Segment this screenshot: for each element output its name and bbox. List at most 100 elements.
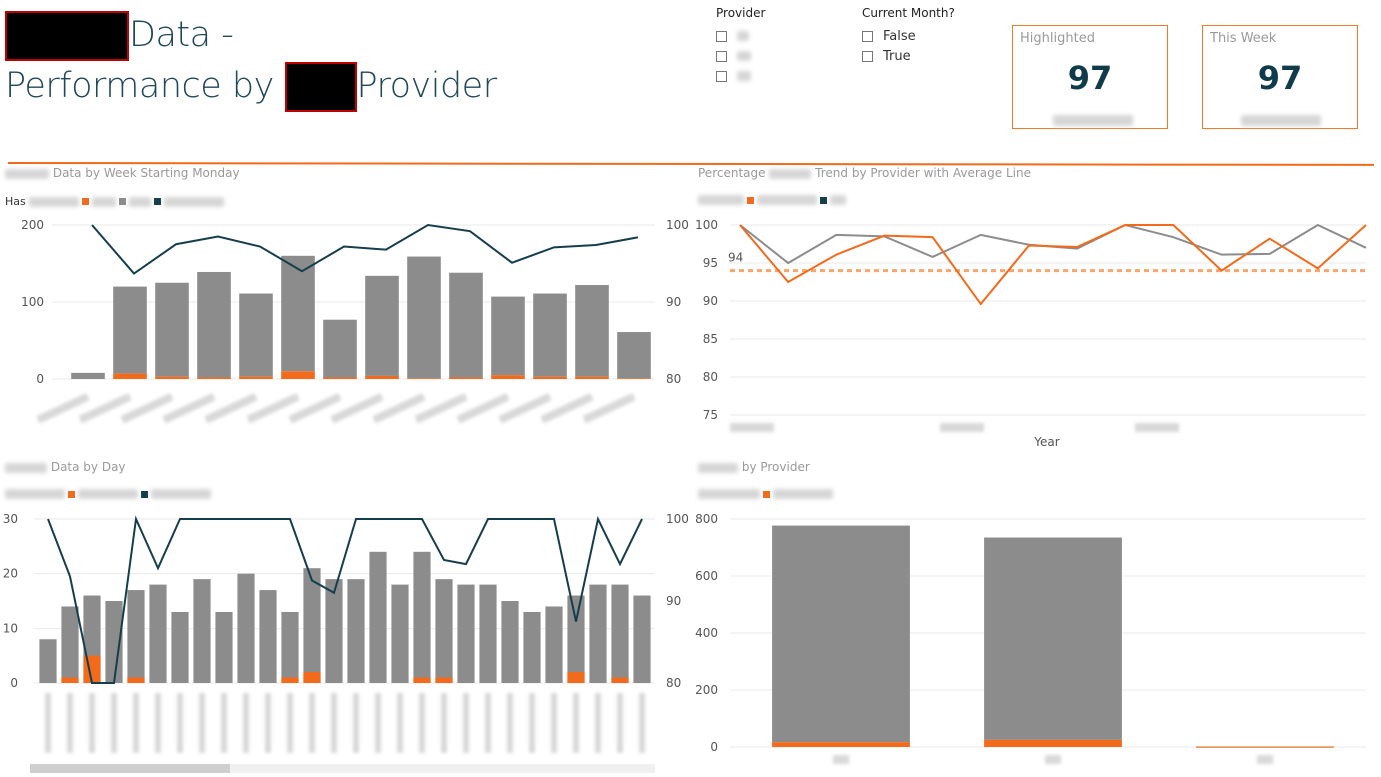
series-line [91, 223, 639, 275]
y2-tick-label: 90 [666, 295, 681, 309]
x-tick-label [287, 693, 293, 753]
bar-orange [239, 376, 273, 379]
provider-option[interactable] [716, 66, 836, 86]
current-month-option-false[interactable]: False [862, 26, 992, 46]
x-tick-label [89, 693, 95, 753]
provider-option[interactable] [716, 46, 836, 66]
weekly-title-text: Data by Week Starting Monday [52, 166, 240, 180]
provider-slicer-label: Provider [716, 6, 766, 20]
bar-gray [523, 611, 541, 683]
y-tick-label: 0 [10, 676, 18, 690]
redacted-block [284, 62, 357, 112]
current-month-option-true[interactable]: True [862, 46, 992, 66]
trend-line-chart[interactable]: 75 80 85 90 95 100 94 Year [690, 205, 1381, 450]
y-tick-label: 85 [703, 332, 718, 346]
x-tick-label [551, 693, 557, 753]
legend-swatch-orange [747, 196, 754, 204]
redacted-text [698, 489, 760, 499]
y-tick-label: 100 [21, 295, 44, 309]
x-tick-label [199, 693, 205, 753]
bar-orange [617, 378, 651, 379]
bar-orange [449, 377, 483, 379]
x-tick-label [833, 755, 849, 764]
daily-combo-chart[interactable]: 0 10 20 30 80 90 100 [0, 500, 690, 777]
bar-gray [567, 595, 585, 683]
x-tick-label [639, 693, 645, 753]
y-tick-label: 800 [695, 512, 718, 526]
x-tick-label [67, 693, 73, 753]
bar-gray [491, 296, 525, 376]
redacted-text [773, 489, 833, 499]
bar-orange [61, 677, 79, 683]
kpi-card-this-week: This Week 97 [1202, 25, 1358, 129]
provider-title-text: by Provider [741, 460, 810, 474]
weekly-combo-chart[interactable]: 0 100 200 80 90 100 [0, 205, 690, 450]
x-tick-label [221, 693, 227, 753]
scrollbar-thumb[interactable] [30, 764, 230, 773]
bar-orange [197, 377, 231, 379]
average-label: 94 [728, 251, 743, 265]
y2-tick-label: 100 [666, 218, 689, 232]
daily-chart-legend [5, 489, 211, 499]
bar-gray [325, 579, 343, 683]
y-tick-label: 90 [703, 294, 718, 308]
y-tick-label: 200 [695, 683, 718, 697]
bar-gray [281, 611, 299, 683]
title-text-2: Performance by [5, 66, 274, 106]
bar-orange [127, 677, 145, 683]
checkbox[interactable] [716, 70, 727, 82]
checkbox[interactable] [862, 30, 873, 42]
y2-tick-label: 100 [666, 512, 689, 526]
bar-gray [237, 573, 255, 683]
daily-chart-title: Data by Day [5, 460, 126, 474]
bar-gray [545, 606, 563, 683]
daily-title-text: Data by Day [50, 460, 126, 474]
y-tick-label: 0 [710, 740, 718, 754]
bar-orange [575, 376, 609, 379]
bar-gray [155, 282, 189, 377]
card-value: 97 [1257, 59, 1303, 97]
x-tick-label [309, 693, 315, 753]
bar-orange [407, 378, 441, 379]
provider-bar-chart[interactable]: 0 200 400 600 800 [690, 500, 1381, 777]
x-axis-label: Year [1033, 435, 1059, 449]
checkbox[interactable] [716, 50, 727, 62]
kpi-card-highlighted: Highlighted 97 [1012, 25, 1168, 129]
bar-gray [413, 551, 431, 683]
bar-gray [575, 285, 609, 377]
bar-orange [984, 739, 1122, 747]
redacted-text [1241, 115, 1321, 126]
bar-gray [149, 584, 167, 683]
checkbox[interactable] [862, 50, 873, 62]
redacted-text [737, 71, 751, 81]
bar-gray [281, 255, 315, 372]
current-month-slicer-label: Current Month? [862, 6, 955, 20]
card-label: Highlighted [1020, 31, 1095, 46]
x-tick-label [940, 423, 984, 432]
bar-gray [113, 286, 147, 374]
provider-option[interactable] [716, 26, 836, 46]
checkbox[interactable] [716, 30, 727, 42]
x-tick-label [463, 693, 469, 753]
x-tick-label [375, 693, 381, 753]
bar-gray [479, 584, 497, 683]
bar-orange [113, 373, 147, 379]
redacted-text [78, 489, 138, 499]
provider-chart-title: by Provider [698, 460, 810, 474]
card-label: This Week [1210, 31, 1277, 46]
bar-gray [391, 584, 409, 683]
redacted-block [5, 11, 129, 61]
x-tick-label [441, 693, 447, 753]
y-tick-label: 600 [695, 569, 718, 583]
bar-gray [449, 272, 483, 378]
bar-orange [155, 376, 189, 379]
title-line-1: Data - [5, 10, 505, 61]
y-tick-label: 10 [3, 621, 18, 635]
legend-swatch-navy [141, 490, 148, 498]
x-tick-label [155, 693, 161, 753]
bar-orange [435, 677, 453, 683]
x-tick-label [1045, 755, 1061, 764]
bar-orange [323, 377, 357, 379]
bar-gray [39, 639, 57, 683]
trend-title-prefix: Percentage [698, 166, 766, 180]
